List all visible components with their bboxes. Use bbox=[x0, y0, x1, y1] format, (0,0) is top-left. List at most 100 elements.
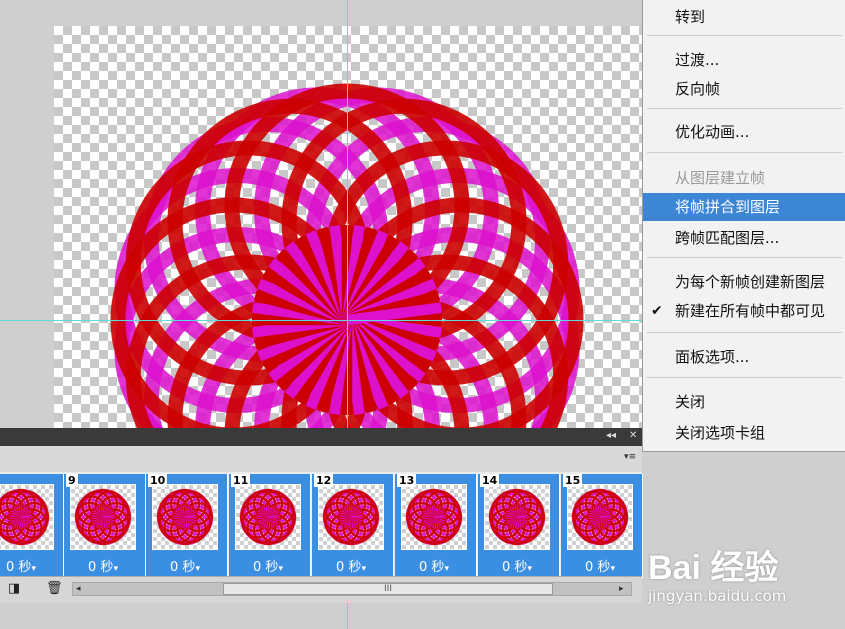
menu-item-label: 为每个新帧创建新图层 bbox=[675, 273, 826, 291]
menu-item-label: 转到 bbox=[675, 8, 706, 26]
frame-delay[interactable]: 0 秒▾ bbox=[312, 556, 390, 575]
frame-thumbnail bbox=[401, 484, 467, 550]
frame-delay-value: 0 秒 bbox=[253, 560, 279, 575]
frame-number: 14 bbox=[480, 474, 500, 487]
menu-item-make-frames-from-layers: 从图层建立帧 bbox=[643, 164, 845, 192]
frame-number: 11 bbox=[231, 474, 251, 487]
horizontal-scrollbar[interactable]: ◂ III ▸ bbox=[72, 582, 632, 596]
animation-panel-titlebar: ◂◂ ✕ bbox=[0, 428, 642, 446]
frame-delay-value: 0 秒 bbox=[585, 560, 611, 575]
menu-separator bbox=[647, 152, 842, 153]
frame-number: 9 bbox=[66, 474, 78, 487]
menu-item-label: 面板选项... bbox=[675, 348, 750, 366]
menu-item-close-tab-group[interactable]: 关闭选项卡组 bbox=[643, 419, 845, 447]
menu-item-label: 从图层建立帧 bbox=[675, 169, 766, 187]
menu-item-tween[interactable]: 过渡... bbox=[643, 46, 845, 74]
menu-separator bbox=[647, 332, 842, 333]
menu-item-label: 关闭 bbox=[675, 393, 706, 411]
scroll-grip: III bbox=[384, 584, 392, 594]
frame-thumbnail bbox=[318, 484, 384, 550]
dropdown-arrow-icon: ▾ bbox=[31, 564, 36, 574]
scroll-right-icon[interactable]: ▸ bbox=[619, 583, 624, 595]
close-icon[interactable]: ✕ bbox=[629, 430, 637, 441]
dropdown-arrow-icon: ▾ bbox=[278, 564, 283, 574]
menu-item-optimize-animation[interactable]: 优化动画... bbox=[643, 118, 845, 146]
frame-thumbnail bbox=[70, 484, 136, 550]
frame-thumbnail-image bbox=[239, 488, 297, 546]
frame-number: 13 bbox=[397, 474, 417, 487]
menu-item-label: 将帧拼合到图层 bbox=[675, 198, 781, 216]
frame-delay[interactable]: 0 秒▾ bbox=[0, 556, 60, 575]
frame-thumbnail bbox=[484, 484, 550, 550]
frame-thumbnail bbox=[235, 484, 301, 550]
menu-item-label: 反向帧 bbox=[675, 80, 721, 98]
menu-item-goto[interactable]: 转到 bbox=[643, 3, 845, 31]
frame-delay[interactable]: 0 秒▾ bbox=[478, 556, 556, 575]
frame-thumbnail-image bbox=[488, 488, 546, 546]
frame-13[interactable]: 13 0 秒▾ bbox=[395, 474, 477, 578]
menu-item-new-layers-visible-all-frames[interactable]: ✔ 新建在所有帧中都可见 bbox=[643, 297, 845, 325]
frame-delay-value: 0 秒 bbox=[6, 560, 32, 575]
menu-item-label: 过渡... bbox=[675, 51, 720, 69]
frame-thumbnail-image bbox=[405, 488, 463, 546]
scrollbar-thumb[interactable]: III bbox=[223, 583, 553, 595]
watermark-logo: Bai 经验 bbox=[648, 549, 779, 587]
frame-delay-value: 0 秒 bbox=[170, 560, 196, 575]
frame-delay-value: 0 秒 bbox=[336, 560, 362, 575]
frame-thumbnail-image bbox=[74, 488, 132, 546]
dropdown-arrow-icon: ▾ bbox=[195, 564, 200, 574]
frame-delay-value: 0 秒 bbox=[502, 560, 528, 575]
frame-thumbnail-image bbox=[156, 488, 214, 546]
menu-separator bbox=[647, 108, 842, 109]
menu-separator bbox=[647, 35, 842, 36]
frame-15[interactable]: 15 0 秒▾ bbox=[561, 474, 643, 578]
collapse-icon[interactable]: ◂◂ bbox=[606, 430, 616, 441]
frames-strip: 0 秒▾ 9 0 秒▾ 10 0 秒▾ 11 0 秒▾ 12 0 秒▾ 13 0… bbox=[0, 472, 643, 578]
panel-menu-icon[interactable]: ▾≡ bbox=[624, 452, 636, 462]
document-canvas[interactable] bbox=[54, 26, 654, 428]
menu-item-close[interactable]: 关闭 bbox=[643, 388, 845, 416]
dropdown-arrow-icon: ▾ bbox=[444, 564, 449, 574]
frame-number: 10 bbox=[148, 474, 168, 487]
frame-delay[interactable]: 0 秒▾ bbox=[229, 556, 307, 575]
menu-item-create-new-layer-each-frame[interactable]: 为每个新帧创建新图层 bbox=[643, 268, 845, 296]
frame-8[interactable]: 0 秒▾ bbox=[0, 474, 64, 578]
frame-delay[interactable]: 0 秒▾ bbox=[146, 556, 224, 575]
dropdown-arrow-icon: ▾ bbox=[610, 564, 615, 574]
frame-11[interactable]: 11 0 秒▾ bbox=[229, 474, 311, 578]
watermark-url: jingyan.baidu.com bbox=[648, 587, 787, 605]
menu-item-label: 优化动画... bbox=[675, 123, 750, 141]
menu-item-label: 跨帧匹配图层... bbox=[675, 229, 780, 247]
menu-item-panel-options[interactable]: 面板选项... bbox=[643, 343, 845, 371]
frame-thumbnail bbox=[152, 484, 218, 550]
frame-thumbnail bbox=[0, 484, 54, 550]
ring-artwork bbox=[110, 83, 584, 428]
frame-10[interactable]: 10 0 秒▾ bbox=[146, 474, 228, 578]
menu-item-label: 关闭选项卡组 bbox=[675, 424, 766, 442]
menu-separator bbox=[647, 377, 842, 378]
trash-icon[interactable]: 🗑 bbox=[46, 581, 63, 597]
frame-number: 12 bbox=[314, 474, 334, 487]
frame-delay[interactable]: 0 秒▾ bbox=[64, 556, 142, 575]
animation-panel-footer: ◨ 🗑 ◂ III ▸ bbox=[0, 576, 642, 603]
scroll-left-icon[interactable]: ◂ bbox=[76, 583, 81, 595]
panel-context-menu: 转到 过渡... 反向帧 优化动画... 从图层建立帧 将帧拼合到图层 跨帧匹配… bbox=[642, 0, 845, 452]
baidu-jingyan-watermark: Bai 经验 jingyan.baidu.com bbox=[648, 540, 845, 605]
frame-12[interactable]: 12 0 秒▾ bbox=[312, 474, 394, 578]
frame-delay-value: 0 秒 bbox=[88, 560, 114, 575]
frame-delay[interactable]: 0 秒▾ bbox=[561, 556, 639, 575]
menu-item-flatten-frames-into-layers[interactable]: 将帧拼合到图层 bbox=[643, 193, 845, 221]
frame-delay[interactable]: 0 秒▾ bbox=[395, 556, 473, 575]
frame-thumbnail-image bbox=[571, 488, 629, 546]
menu-item-reverse-frames[interactable]: 反向帧 bbox=[643, 75, 845, 103]
frame-14[interactable]: 14 0 秒▾ bbox=[478, 474, 560, 578]
frame-thumbnail-image bbox=[0, 488, 50, 546]
dropdown-arrow-icon: ▾ bbox=[113, 564, 118, 574]
menu-item-match-layer-across-frames[interactable]: 跨帧匹配图层... bbox=[643, 224, 845, 252]
check-icon: ✔ bbox=[651, 303, 663, 319]
menu-item-label: 新建在所有帧中都可见 bbox=[675, 302, 826, 320]
new-frame-icon[interactable]: ◨ bbox=[6, 581, 22, 597]
frame-thumbnail-image bbox=[322, 488, 380, 546]
frame-9[interactable]: 9 0 秒▾ bbox=[64, 474, 146, 578]
frame-thumbnail bbox=[567, 484, 633, 550]
